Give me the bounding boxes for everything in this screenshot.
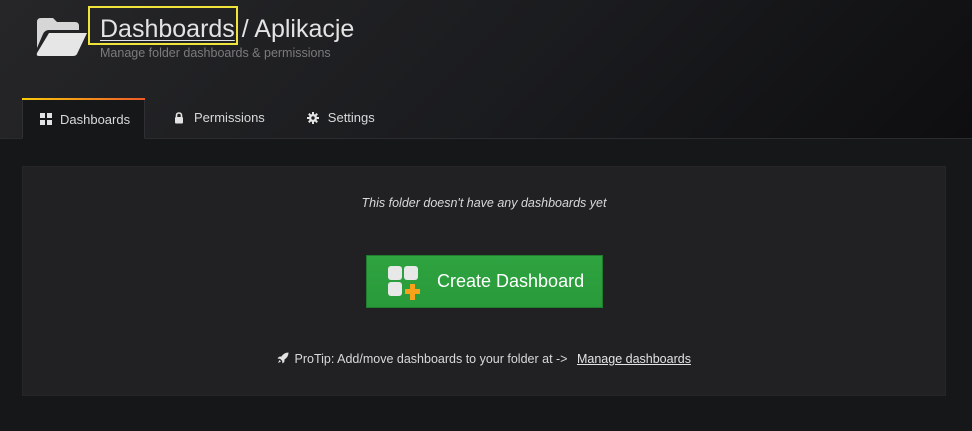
- tab-settings-label: Settings: [327, 110, 375, 125]
- manage-dashboards-link[interactable]: Manage dashboards: [577, 352, 691, 366]
- create-dashboard-label: Create Dashboard: [437, 271, 585, 291]
- tab-dashboards-label: Dashboards: [60, 111, 131, 127]
- tab-permissions[interactable]: Permissions: [155, 98, 281, 137]
- create-dashboard-button[interactable]: Create Dashboard: [366, 255, 603, 308]
- dashboard-add-icon: [388, 266, 420, 300]
- lock-icon: [172, 111, 186, 125]
- page: Dashboards / Aplikacje Manage folder das…: [0, 0, 972, 431]
- empty-list-panel: This folder doesn't have any dashboards …: [22, 166, 946, 396]
- page-header: Dashboards / Aplikacje Manage folder das…: [0, 0, 972, 139]
- tab-dashboards[interactable]: Dashboards: [22, 98, 145, 139]
- gear-icon: [306, 111, 320, 125]
- tab-settings[interactable]: Settings: [289, 98, 391, 137]
- breadcrumb-dashboards-link[interactable]: Dashboards: [100, 15, 235, 43]
- folder-open-icon: [36, 18, 87, 56]
- page-subtitle: Manage folder dashboards & permissions: [100, 46, 331, 60]
- protip: ProTip: Add/move dashboards to your fold…: [23, 352, 945, 366]
- rocket-icon: [277, 352, 289, 364]
- protip-text: ProTip: Add/move dashboards to your fold…: [294, 352, 568, 366]
- tab-permissions-label: Permissions: [194, 110, 265, 125]
- grid-icon: [40, 112, 52, 126]
- empty-state-message: This folder doesn't have any dashboards …: [361, 196, 607, 210]
- folder-title: / Aplikacje: [234, 15, 355, 43]
- tab-bar: Dashboards Permissions Settings: [22, 98, 391, 139]
- page-title: Dashboards / Aplikacje: [100, 14, 354, 44]
